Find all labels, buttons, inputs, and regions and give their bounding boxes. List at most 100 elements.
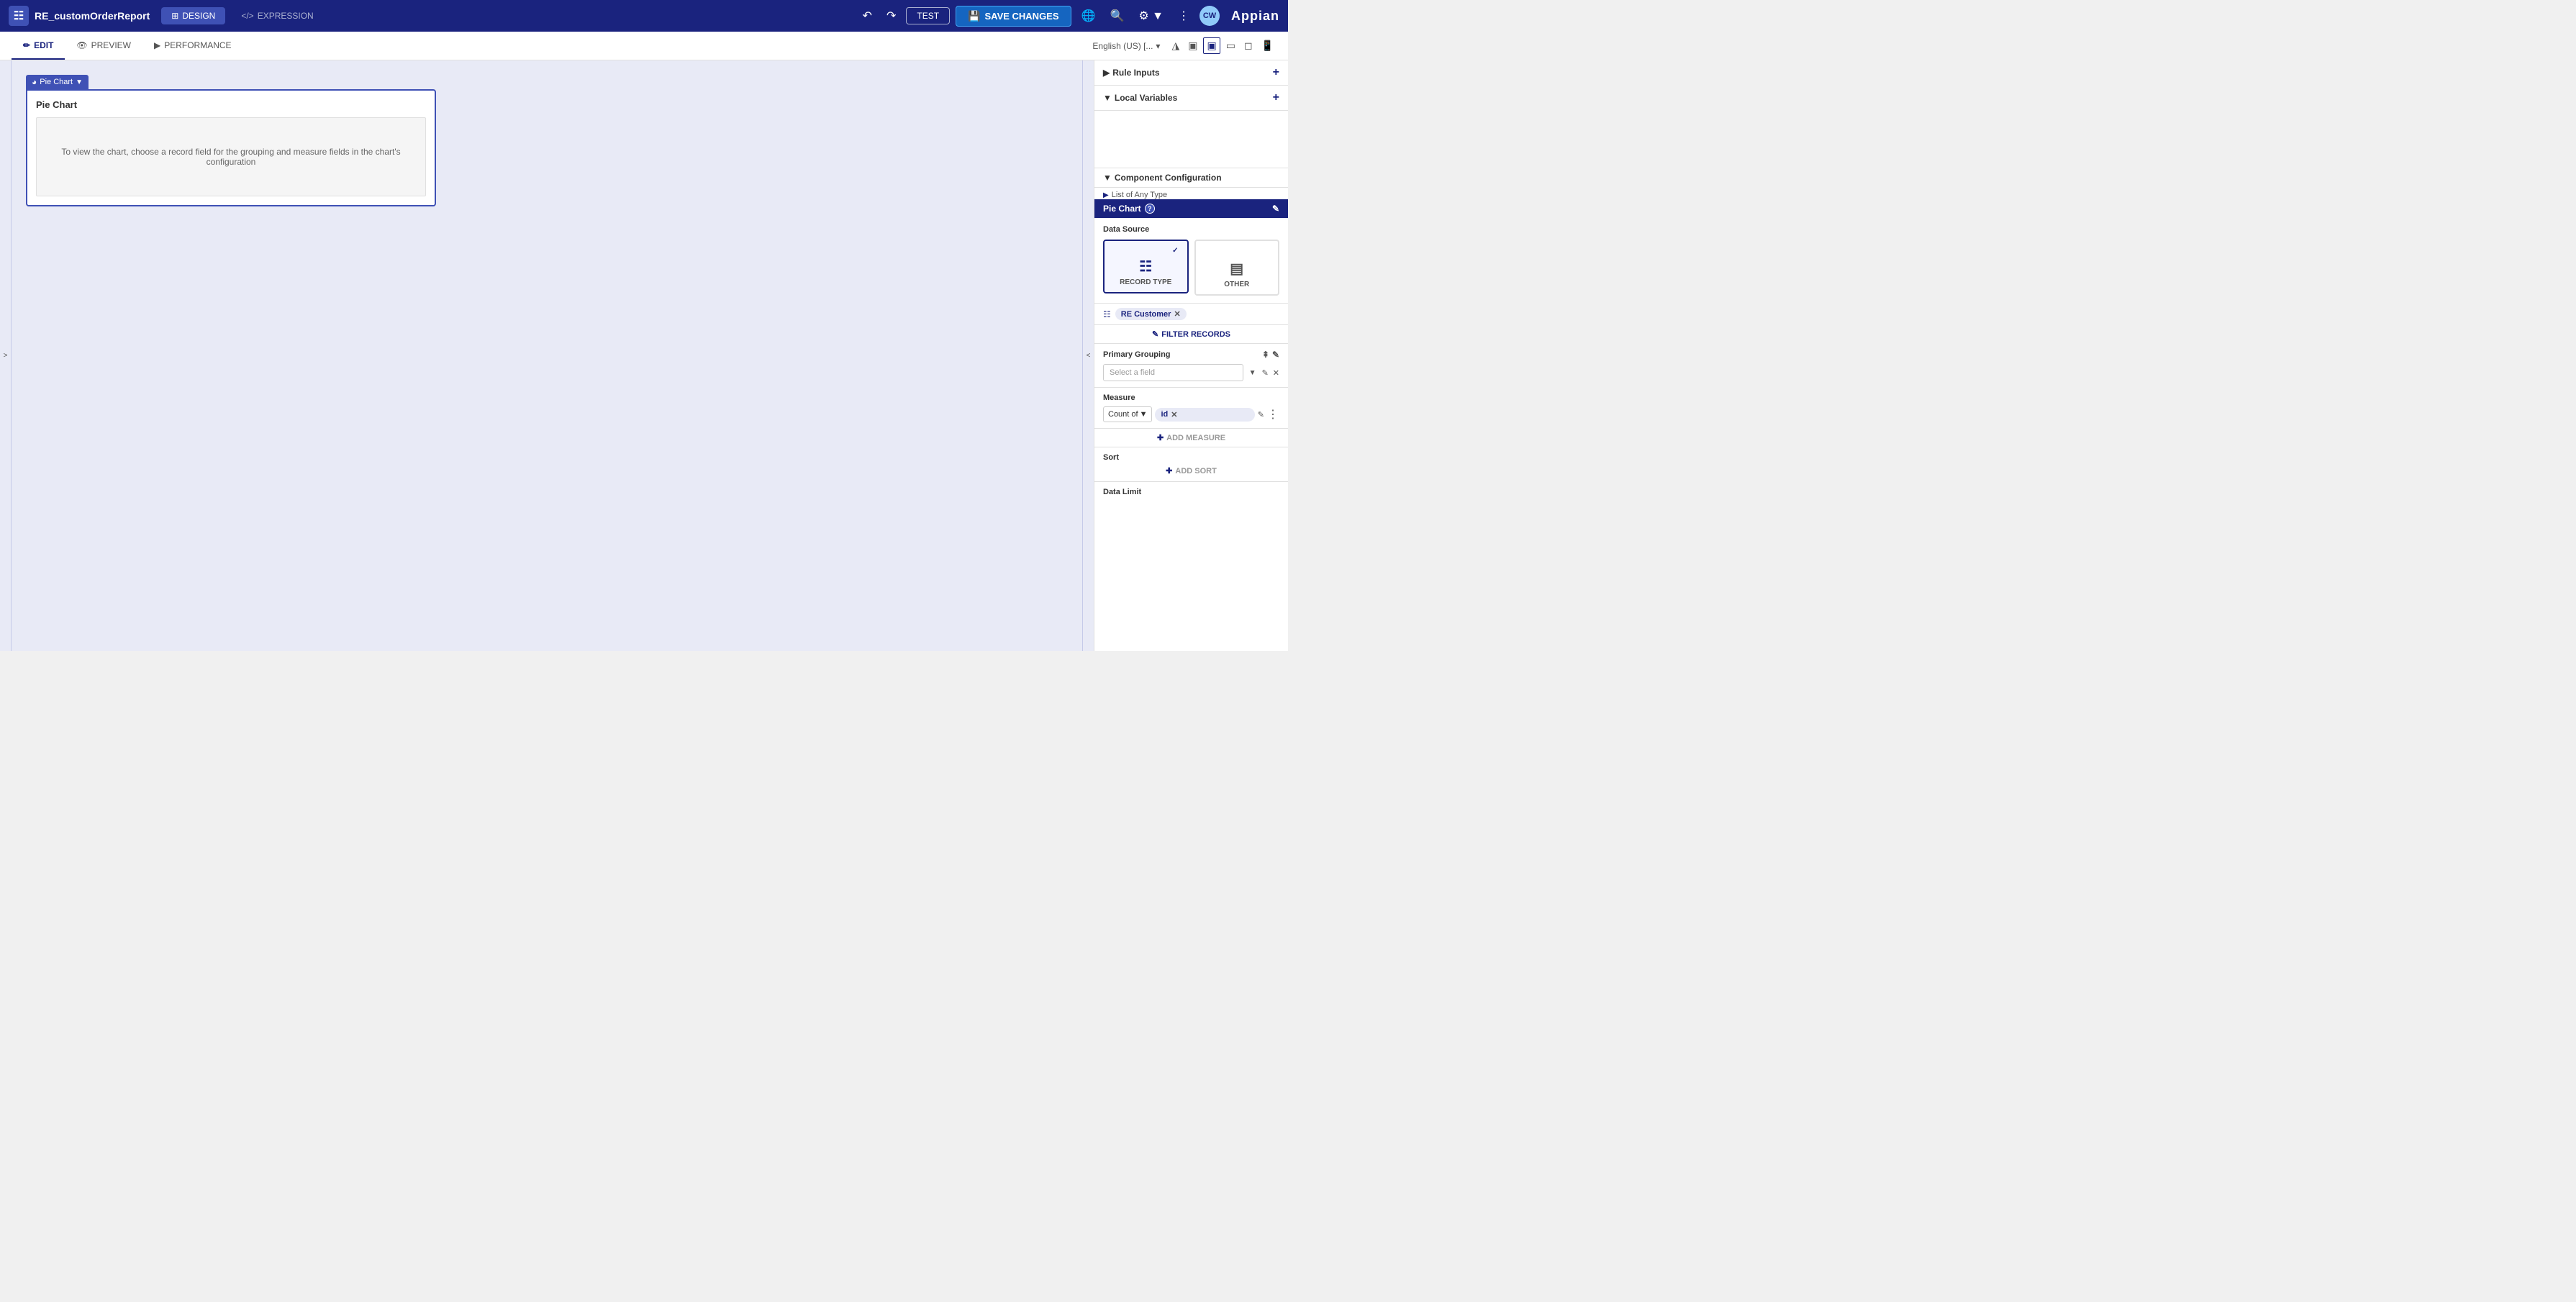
record-type-label: RECORD TYPE: [1120, 278, 1171, 286]
select-field-dropdown[interactable]: Select a field: [1103, 364, 1243, 381]
measure-edit-icon[interactable]: ✎: [1258, 410, 1264, 419]
globe-icon[interactable]: 🌐: [1077, 6, 1100, 26]
add-measure-plus-icon: ✚: [1157, 433, 1164, 442]
local-vars-content: [1094, 111, 1288, 168]
data-source-label: Data Source: [1103, 225, 1279, 234]
filter-records-link[interactable]: ✎ FILTER RECORDS: [1152, 329, 1230, 339]
view-icon-4[interactable]: ▭: [1223, 38, 1238, 53]
view-icon-5[interactable]: ◻: [1241, 38, 1256, 53]
measure-type-arrow: ▼: [1140, 410, 1148, 419]
rule-inputs-section[interactable]: ▶ Rule Inputs +: [1094, 60, 1288, 86]
measure-type-dropdown[interactable]: Count of ▼: [1103, 406, 1152, 422]
grouping-edit-icon[interactable]: ✎: [1272, 350, 1279, 360]
pie-chart-config-tab: Pie Chart ? ✎: [1094, 199, 1288, 218]
main-layout: > ◕ Pie Chart ▼ Pie Chart To view the ch…: [0, 60, 1288, 651]
measure-label: Measure: [1103, 393, 1279, 402]
local-vars-label: Local Variables: [1115, 93, 1177, 103]
language-label: English (US) [...: [1092, 41, 1153, 51]
expression-icon: </>: [241, 11, 253, 21]
re-customer-label: RE Customer: [1121, 310, 1171, 319]
component-bar-dropdown[interactable]: ▼: [76, 78, 83, 86]
component-bar-label: Pie Chart: [40, 78, 73, 86]
sort-section: Sort ✚ ADD SORT: [1094, 447, 1288, 482]
chart-icon: ◕: [32, 77, 37, 87]
re-customer-badge: RE Customer ✕: [1115, 308, 1187, 320]
list-of-any-label: List of Any Type: [1112, 191, 1167, 199]
design-icon: ⊞: [171, 11, 178, 21]
add-measure-row: ✚ ADD MEASURE: [1094, 429, 1288, 447]
settings-icon[interactable]: ⚙ ▼: [1134, 6, 1168, 26]
select-field-edit-icon[interactable]: ✎: [1262, 368, 1269, 378]
local-vars-section[interactable]: ▼ Local Variables +: [1094, 86, 1288, 111]
top-nav: ☷ RE_customOrderReport ⊞ DESIGN </> EXPR…: [0, 0, 1288, 32]
tab-performance[interactable]: ▶ PERFORMANCE: [142, 32, 243, 60]
add-sort-plus-icon: ✚: [1166, 466, 1172, 475]
save-label: SAVE CHANGES: [984, 11, 1058, 22]
measure-field-label: id: [1161, 410, 1168, 419]
data-limit-label: Data Limit: [1103, 488, 1279, 496]
component-config-label: Component Configuration: [1115, 173, 1222, 183]
select-field-row: Select a field ▼ ✎ ✕: [1103, 364, 1279, 381]
preview-icon: 👁: [76, 40, 87, 50]
measure-row: Count of ▼ id ✕ ✎ ⋮: [1103, 406, 1279, 422]
pie-chart-component-wrapper: ◕ Pie Chart ▼ Pie Chart To view the char…: [26, 75, 1068, 206]
component-config-section: ▼ Component Configuration: [1094, 168, 1288, 188]
add-measure-label: ADD MEASURE: [1166, 434, 1225, 442]
right-panel-toggle[interactable]: <: [1082, 60, 1094, 651]
view-icon-2[interactable]: ▣: [1185, 38, 1200, 53]
expression-tab-btn[interactable]: </> EXPRESSION: [231, 7, 323, 24]
primary-grouping-header: Primary Grouping ⇞ ✎: [1103, 350, 1279, 360]
view-icon-1[interactable]: ◮: [1169, 38, 1182, 53]
expression-label: EXPRESSION: [258, 11, 314, 21]
pie-chart-config-edit-icon[interactable]: ✎: [1272, 204, 1279, 214]
measure-field-badge: id ✕: [1155, 408, 1254, 422]
add-sort-btn[interactable]: ✚ ADD SORT: [1166, 466, 1217, 475]
other-option[interactable]: ▤ OTHER: [1194, 240, 1280, 296]
record-type-checkmark: ✓: [1172, 247, 1178, 255]
tab-preview-label: PREVIEW: [91, 40, 131, 50]
undo-btn[interactable]: ↶: [858, 6, 876, 26]
tab-performance-label: PERFORMANCE: [164, 40, 231, 50]
select-field-arrow[interactable]: ▼: [1249, 369, 1256, 377]
help-icon[interactable]: ?: [1145, 204, 1155, 214]
cursor-icon: ⇞: [1262, 350, 1269, 360]
design-tab-btn[interactable]: ⊞ DESIGN: [161, 7, 225, 24]
record-type-option-wrapper: ✓ ☷ RECORD TYPE: [1103, 240, 1189, 296]
filter-records-label: FILTER RECORDS: [1161, 330, 1230, 339]
pie-chart-placeholder: To view the chart, choose a record field…: [36, 117, 426, 196]
view-icon-3[interactable]: ▣: [1203, 37, 1220, 54]
record-type-icon: ☷: [1139, 258, 1152, 276]
add-measure-btn[interactable]: ✚ ADD MEASURE: [1157, 433, 1225, 442]
measure-field-remove-btn[interactable]: ✕: [1171, 410, 1177, 419]
tab-edit[interactable]: ✏ EDIT: [12, 32, 65, 60]
measure-more-icon[interactable]: ⋮: [1267, 407, 1279, 422]
comp-config-collapse-icon: ▼: [1103, 173, 1112, 183]
canvas-area: ◕ Pie Chart ▼ Pie Chart To view the char…: [12, 60, 1082, 651]
test-btn[interactable]: TEST: [906, 7, 950, 24]
other-option-wrapper: ▤ OTHER: [1194, 240, 1280, 296]
select-field-clear-btn[interactable]: ✕: [1273, 368, 1279, 378]
view-icon-mobile[interactable]: 📱: [1258, 38, 1276, 53]
record-type-option[interactable]: ✓ ☷ RECORD TYPE: [1103, 240, 1189, 293]
left-panel-toggle[interactable]: >: [0, 60, 12, 651]
rule-inputs-collapse-icon: ▶: [1103, 68, 1110, 78]
re-customer-remove-btn[interactable]: ✕: [1174, 309, 1180, 319]
app-icon: ☷: [9, 6, 29, 26]
count-of-label: Count of: [1108, 410, 1138, 419]
search-icon[interactable]: 🔍: [1105, 6, 1128, 26]
grid-icon[interactable]: ⋮: [1174, 6, 1194, 26]
rule-inputs-label: Rule Inputs: [1112, 68, 1159, 78]
app-title: RE_customOrderReport: [35, 10, 150, 22]
edit-icon: ✏: [23, 40, 30, 50]
performance-icon: ▶: [154, 40, 160, 50]
filter-link-icon: ✎: [1152, 329, 1158, 339]
save-btn[interactable]: 💾 SAVE CHANGES: [956, 6, 1071, 27]
local-vars-collapse-icon: ▼: [1103, 93, 1112, 103]
rule-inputs-add-btn[interactable]: +: [1273, 66, 1279, 79]
add-sort-label: ADD SORT: [1175, 467, 1216, 475]
local-vars-add-btn[interactable]: +: [1273, 91, 1279, 104]
language-selector[interactable]: English (US) [... ▾: [1092, 41, 1160, 51]
pie-chart-title: Pie Chart: [36, 99, 426, 110]
redo-btn[interactable]: ↷: [882, 6, 900, 26]
tab-preview[interactable]: 👁 PREVIEW: [65, 32, 142, 60]
